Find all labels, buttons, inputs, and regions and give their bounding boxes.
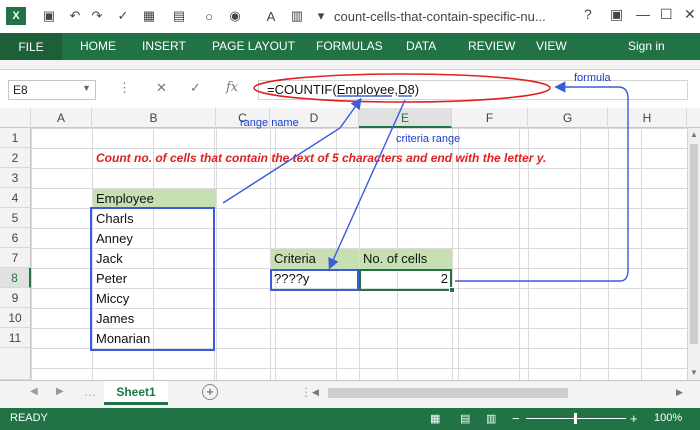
hscroll-right-icon[interactable]: ▶ bbox=[676, 387, 683, 398]
ribbon-options-icon[interactable]: ▣ bbox=[610, 6, 623, 23]
row-header-3[interactable]: 3 bbox=[0, 168, 31, 188]
tab-data[interactable]: DATA bbox=[406, 39, 436, 53]
employee-header-cell[interactable]: Employee bbox=[93, 189, 216, 209]
sort-icon[interactable]: ▤ bbox=[170, 7, 188, 25]
criteria-range-annotation: criteria range bbox=[396, 133, 461, 145]
formula-input[interactable]: =COUNTIF(Employee,D8) bbox=[258, 80, 688, 100]
sheet-tab-sheet1[interactable]: Sheet1 bbox=[104, 381, 168, 405]
tab-insert[interactable]: INSERT bbox=[142, 39, 186, 53]
scroll-down-icon[interactable]: ▼ bbox=[690, 368, 698, 377]
status-bar: READY ▦ ▤ ▥ − + 100% bbox=[0, 408, 700, 430]
hscroll-left-icon[interactable]: ◀ bbox=[312, 387, 319, 398]
fill-handle[interactable] bbox=[449, 287, 455, 293]
employee-range-highlight bbox=[90, 207, 215, 351]
more-sheets-icon[interactable]: … bbox=[84, 385, 96, 399]
prev-sheet-icon[interactable]: ◀ bbox=[30, 386, 38, 397]
scroll-up-icon[interactable]: ▲ bbox=[690, 130, 698, 139]
count-header-cell[interactable]: No. of cells bbox=[360, 249, 452, 269]
page-layout-view-icon[interactable]: ▤ bbox=[460, 412, 470, 425]
tab-view[interactable]: VIEW bbox=[536, 39, 567, 53]
scroll-thumb[interactable] bbox=[690, 144, 698, 344]
column-header-f[interactable]: F bbox=[452, 108, 528, 128]
undo-icon[interactable]: ↶ bbox=[66, 7, 84, 25]
zoom-slider-thumb[interactable] bbox=[574, 413, 577, 424]
row-header-6[interactable]: 6 bbox=[0, 228, 31, 248]
minimize-icon[interactable]: — bbox=[636, 6, 650, 22]
split-handle-icon[interactable]: ⋮ bbox=[300, 385, 312, 399]
tab-file[interactable]: FILE bbox=[0, 33, 62, 60]
spelling-icon[interactable]: ✓ bbox=[114, 7, 132, 25]
add-sheet-button[interactable]: + bbox=[202, 384, 218, 400]
select-all-corner[interactable] bbox=[0, 108, 31, 128]
window-title: count-cells-that-contain-specific-nu... bbox=[334, 9, 546, 24]
row-header-10[interactable]: 10 bbox=[0, 308, 31, 328]
circle-icon[interactable]: ○ bbox=[200, 7, 218, 25]
vertical-scrollbar[interactable]: ▲ ▼ bbox=[687, 128, 700, 380]
insert-function-icon[interactable]: fx bbox=[226, 80, 238, 95]
row-header-5[interactable]: 5 bbox=[0, 208, 31, 228]
title-bar: X ▣ ↶ ↷ ✓ ▦ ▤ ○ ◉ A ▥ ▾ count-cells-that… bbox=[0, 0, 700, 33]
zoom-in-button[interactable]: + bbox=[630, 411, 638, 426]
font-color-icon[interactable]: A bbox=[262, 7, 280, 25]
table-icon[interactable]: ▥ bbox=[288, 7, 306, 25]
tab-home[interactable]: HOME bbox=[80, 39, 116, 53]
column-header-g[interactable]: G bbox=[528, 108, 608, 128]
more-icon: ⋮ bbox=[118, 80, 131, 95]
status-mode: READY bbox=[10, 412, 48, 424]
formula-annotation: formula bbox=[574, 72, 611, 84]
enter-icon[interactable]: ✓ bbox=[190, 80, 201, 96]
column-header-b[interactable]: B bbox=[92, 108, 216, 128]
row-header-1[interactable]: 1 bbox=[0, 128, 31, 148]
instruction-note: Count no. of cells that contain the text… bbox=[96, 151, 547, 165]
sheet-tab-bar: ◀ ▶ … Sheet1 + ⋮ ◀ ▶ bbox=[0, 380, 700, 408]
page-break-view-icon[interactable]: ▥ bbox=[486, 412, 496, 425]
row-header-4[interactable]: 4 bbox=[0, 188, 31, 208]
name-box-dropdown-icon[interactable]: ▼ bbox=[82, 83, 91, 93]
sign-in-link[interactable]: Sign in bbox=[628, 39, 665, 53]
tab-formulas[interactable]: FORMULAS bbox=[316, 39, 383, 53]
criteria-cell-highlight bbox=[270, 269, 359, 291]
customize-qat-icon[interactable]: ▾ bbox=[312, 7, 330, 25]
excel-logo-icon: X bbox=[6, 7, 26, 25]
row-header-8[interactable]: 8 bbox=[0, 268, 31, 288]
zoom-level[interactable]: 100% bbox=[654, 412, 682, 424]
row-header-7[interactable]: 7 bbox=[0, 248, 31, 268]
restore-icon[interactable]: ☐ bbox=[660, 6, 673, 23]
row-header-9[interactable]: 9 bbox=[0, 288, 31, 308]
zoom-out-button[interactable]: − bbox=[512, 411, 520, 426]
tab-page-layout[interactable]: PAGE LAYOUT bbox=[212, 39, 295, 53]
ribbon-tabs: FILE HOME INSERT PAGE LAYOUT FORMULAS DA… bbox=[0, 33, 700, 60]
row-header-2[interactable]: 2 bbox=[0, 148, 31, 168]
criteria-header-cell[interactable]: Criteria bbox=[271, 249, 359, 269]
tab-review[interactable]: REVIEW bbox=[468, 39, 515, 53]
column-header-h[interactable]: H bbox=[608, 108, 687, 128]
cancel-icon[interactable]: ✕ bbox=[156, 80, 167, 96]
horizontal-scroll-thumb[interactable] bbox=[328, 388, 568, 398]
save-icon[interactable]: ▣ bbox=[40, 7, 58, 25]
column-header-a[interactable]: A bbox=[31, 108, 92, 128]
close-icon[interactable]: ✕ bbox=[684, 6, 696, 23]
normal-view-icon[interactable]: ▦ bbox=[430, 412, 440, 425]
camera-icon[interactable]: ◉ bbox=[226, 7, 244, 25]
row-header-12[interactable] bbox=[0, 348, 31, 380]
range-name-annotation: range name bbox=[240, 117, 299, 129]
format-icon[interactable]: ▦ bbox=[140, 7, 158, 25]
redo-icon[interactable]: ↷ bbox=[88, 7, 106, 25]
column-header-e[interactable]: E bbox=[359, 108, 452, 128]
column-headers: A B C D E F G H bbox=[0, 108, 700, 128]
row-header-11[interactable]: 11 bbox=[0, 328, 31, 348]
active-cell-border bbox=[359, 269, 452, 291]
next-sheet-icon[interactable]: ▶ bbox=[56, 386, 64, 397]
help-icon[interactable]: ? bbox=[584, 6, 592, 22]
ribbon-collapsed-strip bbox=[0, 60, 700, 70]
